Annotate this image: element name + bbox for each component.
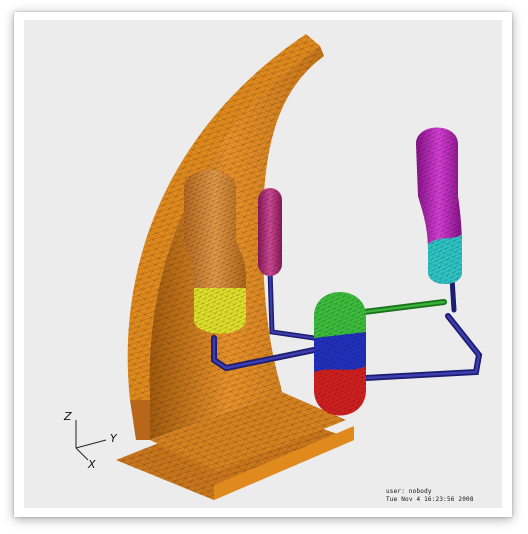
render-stamp: user: nobody Tue Nov 4 16:23:56 2008 [386,488,474,504]
pressurizer [258,188,282,276]
render-viewport: Z Y X user: nobody Tue Nov 4 16:23:56 20… [24,20,502,508]
steam-generator [416,127,462,284]
axis-label-y: Y [110,432,117,445]
axis-label-x: X [88,458,96,471]
coolant-pump [314,292,366,416]
figure-frame: Z Y X user: nobody Tue Nov 4 16:23:56 20… [14,12,512,517]
stamp-user: user: nobody [386,488,432,495]
axis-triad [75,420,107,461]
axis-label-z: Z [64,410,72,423]
mesh-scene [75,34,483,500]
stamp-date: Tue Nov 4 16:23:56 2008 [386,496,474,503]
